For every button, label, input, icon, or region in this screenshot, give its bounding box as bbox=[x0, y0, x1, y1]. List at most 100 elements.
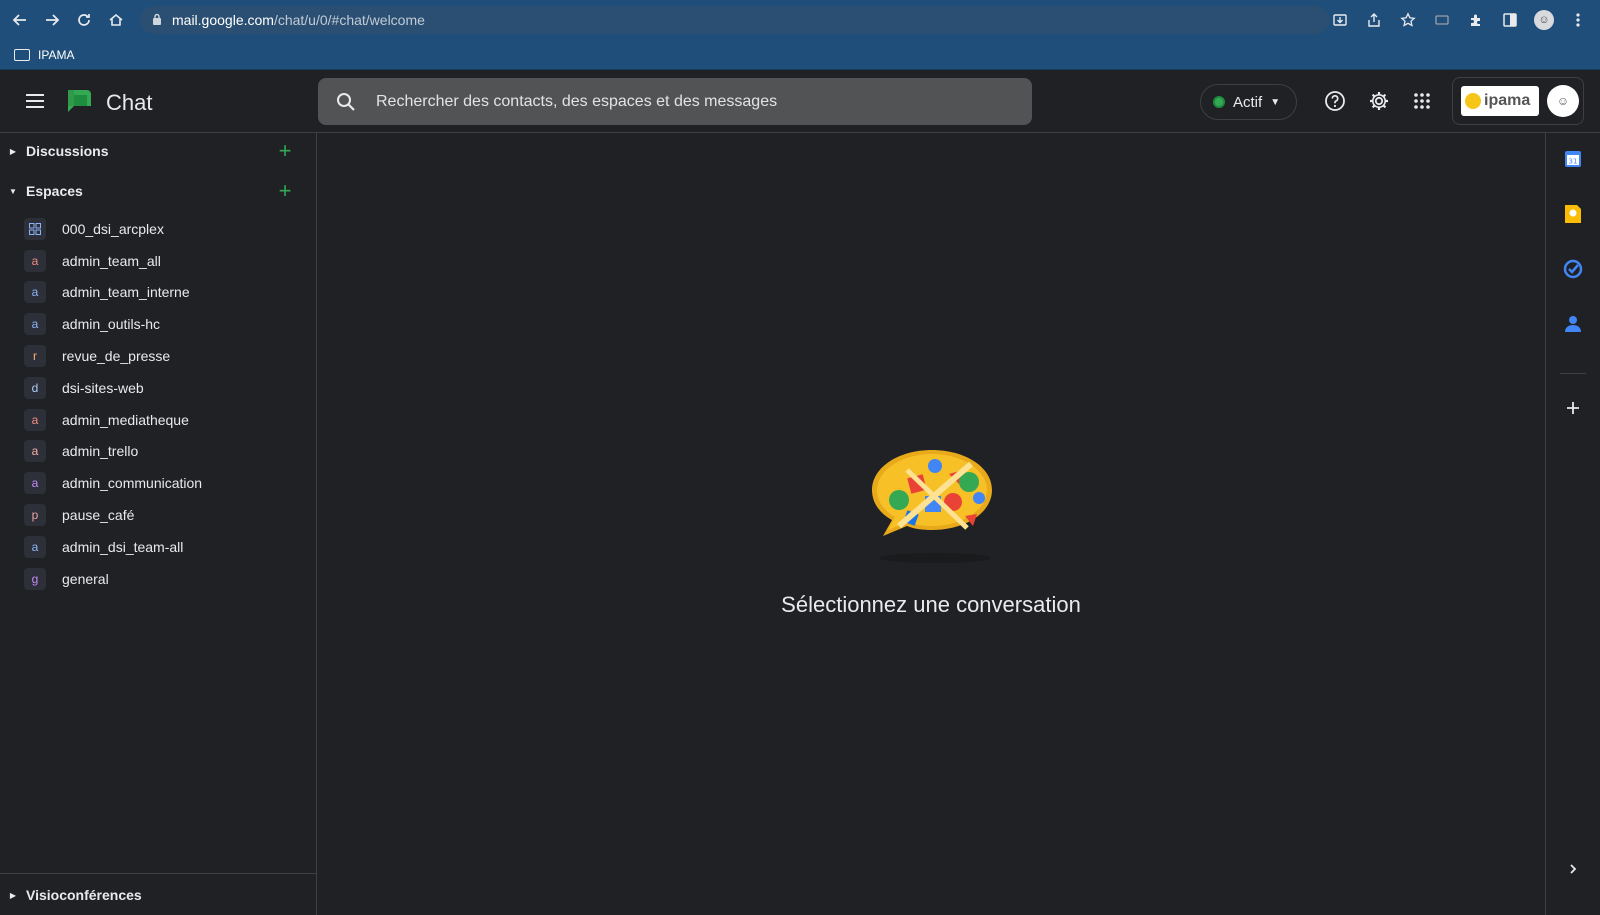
space-avatar: d bbox=[24, 376, 46, 399]
apps-grid-icon[interactable] bbox=[1407, 86, 1437, 116]
space-list: 000_dsi_arcplex a admin_team_all a admin_tea… bbox=[0, 213, 317, 595]
calendar-icon[interactable]: 31 bbox=[1561, 147, 1585, 171]
app-title: Chat bbox=[106, 90, 153, 115]
expand-panel-icon[interactable] bbox=[1561, 857, 1585, 881]
forward-icon[interactable] bbox=[36, 4, 68, 36]
org-logo-text: ipama bbox=[1484, 92, 1531, 109]
search-bar[interactable] bbox=[318, 78, 1032, 125]
space-item[interactable]: p pause_café bbox=[0, 499, 317, 531]
profile-avatar: ☺ bbox=[1534, 10, 1554, 30]
search-icon bbox=[336, 92, 356, 112]
space-item[interactable]: d dsi-sites-web bbox=[0, 372, 317, 404]
space-item[interactable]: r revue_de_presse bbox=[0, 340, 317, 372]
space-avatar: p bbox=[24, 504, 46, 527]
space-item-label: 000_dsi_arcplex bbox=[62, 220, 164, 237]
space-item[interactable]: a admin_dsi_team-all bbox=[0, 531, 317, 563]
space-item-label: admin_team_interne bbox=[62, 284, 190, 301]
space-item[interactable]: a admin_mediatheque bbox=[0, 404, 317, 436]
search-input[interactable] bbox=[376, 92, 996, 111]
spaces-section-header[interactable]: ▼ Espaces + bbox=[0, 173, 317, 209]
bookmarks-bar: IPAMA bbox=[0, 40, 1600, 70]
space-avatar: g bbox=[24, 567, 46, 590]
space-item[interactable]: a admin_outils-hc bbox=[0, 308, 317, 340]
add-addon-icon[interactable] bbox=[1561, 396, 1585, 420]
space-item-label: admin_dsi_team-all bbox=[62, 538, 184, 555]
tasks-icon[interactable] bbox=[1561, 257, 1585, 281]
add-discussion-button[interactable]: + bbox=[273, 138, 297, 163]
main-panel: Sélectionnez une conversation bbox=[317, 133, 1545, 915]
status-dropdown[interactable]: Actif ▼ bbox=[1200, 84, 1297, 120]
url-path: /chat/u/0/#chat/welcome bbox=[273, 12, 425, 28]
discussions-label: Discussions bbox=[26, 143, 109, 159]
home-icon[interactable] bbox=[100, 4, 132, 36]
spaces-label: Espaces bbox=[26, 183, 83, 199]
meetings-label: Visioconférences bbox=[26, 887, 142, 903]
space-item[interactable]: a admin_trello bbox=[0, 436, 317, 468]
space-avatar: a bbox=[24, 440, 46, 463]
chevron-right-icon: ▶ bbox=[9, 890, 17, 900]
bookmark-ipama[interactable]: IPAMA bbox=[38, 48, 74, 62]
conversation-illustration-icon bbox=[872, 450, 992, 563]
address-bar[interactable]: mail.google.com/chat/u/0/#chat/welcome bbox=[140, 6, 1330, 34]
space-avatar: a bbox=[24, 281, 46, 304]
space-item-label: general bbox=[62, 570, 109, 587]
chevron-down-icon: ▼ bbox=[9, 186, 17, 196]
space-item-label: revue_de_presse bbox=[62, 348, 171, 365]
side-panel: 31 bbox=[1545, 133, 1600, 915]
extensions-icon[interactable] bbox=[1460, 4, 1492, 36]
sidebar-footer: ▶ Visioconférences bbox=[0, 873, 317, 915]
url-host: mail.google.com bbox=[172, 12, 274, 28]
space-item-label: dsi-sites-web bbox=[62, 379, 144, 396]
space-avatar: a bbox=[24, 408, 46, 431]
space-item-label: admin_team_all bbox=[62, 252, 161, 269]
browser-toolbar: mail.google.com/chat/u/0/#chat/welcome ☺ bbox=[0, 0, 1600, 40]
status-label: Actif bbox=[1233, 93, 1263, 111]
sidebar: ▶ Discussions + ▼ Espaces + 000_dsi_arcp… bbox=[0, 133, 317, 915]
space-item[interactable]: 000_dsi_arcplex bbox=[0, 213, 317, 245]
app-header: Chat Actif ▼ ipama ☺ bbox=[0, 70, 1600, 133]
profile-icon[interactable]: ☺ bbox=[1528, 4, 1560, 36]
install-icon[interactable] bbox=[1324, 4, 1356, 36]
add-space-button[interactable]: + bbox=[273, 178, 297, 203]
cast-icon[interactable] bbox=[1426, 4, 1458, 36]
reload-icon[interactable] bbox=[68, 4, 100, 36]
status-dot-icon bbox=[1213, 96, 1225, 108]
space-avatar: a bbox=[24, 249, 46, 272]
gear-icon[interactable] bbox=[1364, 86, 1394, 116]
keep-icon[interactable] bbox=[1561, 202, 1585, 226]
side-panel-icon[interactable] bbox=[1494, 4, 1526, 36]
contacts-icon[interactable] bbox=[1561, 312, 1585, 336]
help-icon[interactable] bbox=[1320, 86, 1350, 116]
space-avatar: a bbox=[24, 313, 46, 336]
empty-state-title: Sélectionnez une conversation bbox=[781, 592, 1081, 617]
star-icon[interactable] bbox=[1392, 4, 1424, 36]
space-item-label: admin_outils-hc bbox=[62, 316, 161, 333]
side-panel-divider bbox=[1560, 373, 1586, 374]
space-item[interactable]: a admin_team_interne bbox=[0, 277, 317, 309]
chat-logo-icon bbox=[68, 90, 91, 112]
meetings-section-header[interactable]: ▶ Visioconférences bbox=[0, 877, 317, 913]
space-item[interactable]: g general bbox=[0, 563, 317, 595]
space-avatar: a bbox=[24, 535, 46, 558]
chevron-down-icon: ▼ bbox=[1270, 96, 1281, 108]
space-avatar: a bbox=[24, 472, 46, 495]
svg-text:31: 31 bbox=[1569, 158, 1578, 166]
space-item-label: admin_communication bbox=[62, 475, 203, 492]
space-item-label: admin_mediatheque bbox=[62, 411, 189, 428]
back-icon[interactable] bbox=[4, 4, 36, 36]
share-icon[interactable] bbox=[1358, 4, 1390, 36]
main-menu-icon[interactable] bbox=[20, 86, 50, 116]
folder-icon bbox=[14, 48, 30, 61]
space-item[interactable]: a admin_communication bbox=[0, 467, 317, 499]
more-vert-icon[interactable] bbox=[1562, 4, 1594, 36]
space-item-label: admin_trello bbox=[62, 443, 139, 460]
account-switcher[interactable]: ipama ☺ bbox=[1452, 77, 1584, 125]
space-avatar: r bbox=[24, 345, 46, 368]
discussions-section-header[interactable]: ▶ Discussions + bbox=[0, 133, 317, 169]
space-item-label: pause_café bbox=[62, 507, 135, 524]
chevron-right-icon: ▶ bbox=[9, 146, 17, 156]
space-item[interactable]: a admin_team_all bbox=[0, 245, 317, 277]
space-grid-icon bbox=[24, 217, 46, 240]
sun-icon bbox=[1465, 93, 1481, 109]
org-logo: ipama bbox=[1461, 86, 1539, 116]
